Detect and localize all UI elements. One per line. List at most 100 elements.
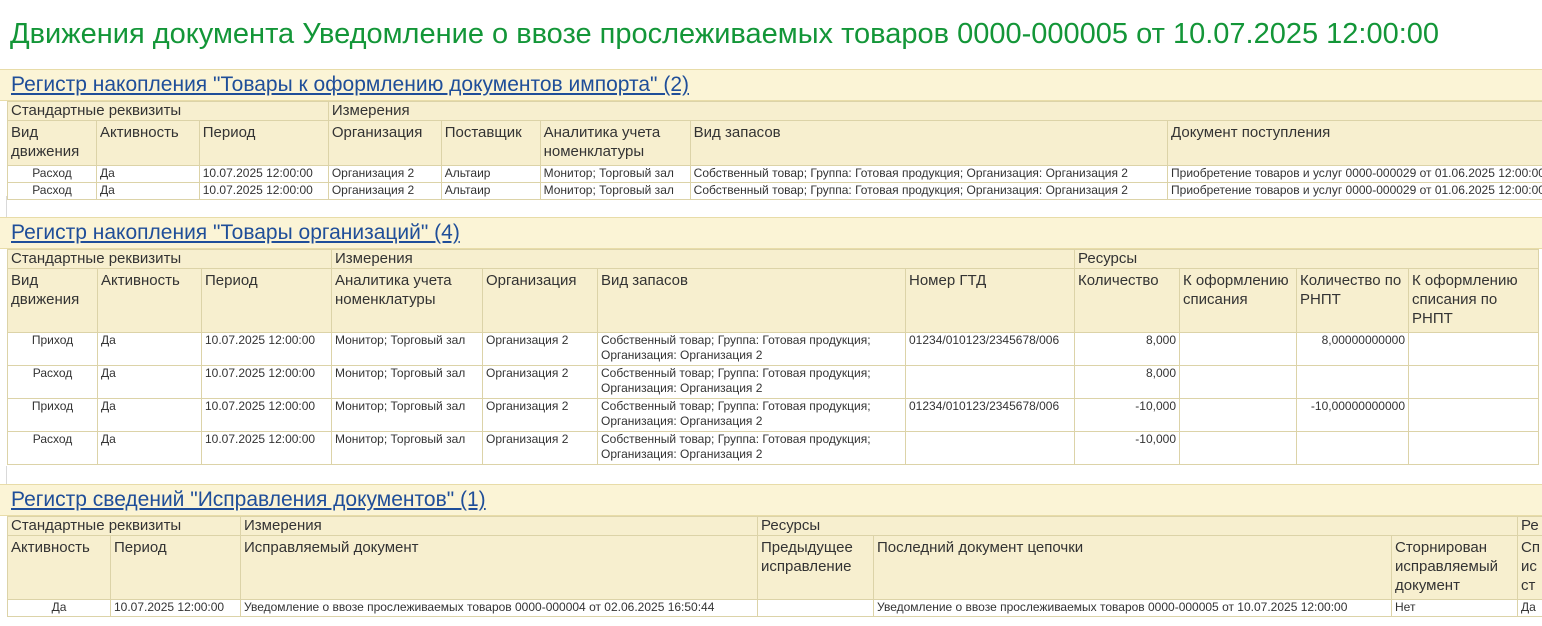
- column-header[interactable]: Сп ис ст: [1517, 535, 1542, 600]
- stock-type-cell: Собственный товар; Группа: Готовая проду…: [689, 182, 1169, 200]
- column-header[interactable]: Период: [110, 535, 241, 600]
- corrected-doc-cell[interactable]: Уведомление о ввозе прослеживаемых товар…: [240, 599, 758, 617]
- organization-cell: Организация 2: [482, 398, 598, 432]
- period-cell: 10.07.2025 12:00:00: [198, 182, 329, 200]
- group-dimensions: Измерения: [240, 516, 758, 536]
- column-header[interactable]: Активность: [95, 120, 200, 166]
- analytics-cell: Монитор; Торговый зал: [331, 332, 483, 366]
- column-header[interactable]: К оформлению списания по РНПТ: [1408, 268, 1539, 333]
- column-header[interactable]: Документ поступления: [1167, 120, 1542, 166]
- supplier-cell: Альтаир: [440, 182, 541, 200]
- register-header: Регистр сведений "Исправления документов…: [0, 484, 1542, 516]
- stock-type-cell: Собственный товар; Группа: Готовая проду…: [689, 165, 1169, 183]
- quantity-cell: -10,000: [1074, 431, 1180, 465]
- extra-cell: Да: [1517, 599, 1542, 617]
- column-header[interactable]: Период: [201, 268, 332, 333]
- activity-cell: Да: [97, 332, 202, 366]
- movement-cell: Расход: [7, 431, 98, 465]
- column-header[interactable]: Активность: [7, 535, 111, 600]
- stock-type-cell: Собственный товар; Группа: Готовая проду…: [597, 332, 906, 366]
- column-header[interactable]: Номер ГТД: [905, 268, 1075, 333]
- register-organization-goods: Регистр накопления "Товары организаций" …: [0, 217, 1542, 465]
- column-header[interactable]: Поставщик: [440, 120, 541, 166]
- column-header[interactable]: Количество: [1074, 268, 1180, 333]
- group-standard: Стандартные реквизиты: [7, 516, 241, 536]
- to-write-off-rnpt-cell: [1408, 431, 1539, 465]
- register-table: Стандартные реквизиты Измерения Ресурсы …: [7, 516, 1542, 617]
- quantity-cell: 8,000: [1074, 365, 1180, 399]
- movement-cell: Расход: [7, 165, 97, 183]
- column-header[interactable]: Сторнирован исправляемый документ: [1391, 535, 1518, 600]
- activity-cell: Да: [7, 599, 111, 617]
- group-standard: Стандартные реквизиты: [7, 101, 329, 121]
- column-header[interactable]: Аналитика учета номенклатуры: [331, 268, 483, 333]
- column-header[interactable]: Количество по РНПТ: [1296, 268, 1409, 333]
- analytics-cell: Монитор; Торговый зал: [539, 182, 691, 200]
- movement-cell: Приход: [7, 398, 98, 432]
- gtd-cell: 01234/010123/2345678/006: [905, 332, 1075, 366]
- to-write-off-rnpt-cell: [1408, 332, 1539, 366]
- activity-cell: Да: [97, 365, 202, 399]
- column-header[interactable]: Активность: [97, 268, 202, 333]
- stock-type-cell: Собственный товар; Группа: Готовая проду…: [597, 365, 906, 399]
- movement-cell: Приход: [7, 332, 98, 366]
- activity-cell: Да: [95, 165, 200, 183]
- register-document-corrections: Регистр сведений "Исправления документов…: [0, 484, 1542, 617]
- quantity-rnpt-cell: [1296, 431, 1409, 465]
- to-write-off-cell: [1179, 398, 1297, 432]
- column-header[interactable]: Аналитика учета номенклатуры: [539, 120, 691, 166]
- last-doc-cell[interactable]: Уведомление о ввозе прослеживаемых товар…: [873, 599, 1392, 617]
- activity-cell: Да: [97, 431, 202, 465]
- group-resources: Ресурсы: [1074, 249, 1539, 269]
- receipt-doc-cell[interactable]: Приобретение товаров и услуг 0000-000029…: [1167, 165, 1542, 183]
- column-header[interactable]: Вид движения: [7, 120, 97, 166]
- column-header[interactable]: Предыдущее исправление: [757, 535, 874, 600]
- analytics-cell: Монитор; Торговый зал: [539, 165, 691, 183]
- activity-cell: Да: [95, 182, 200, 200]
- group-props: Ре: [1517, 516, 1542, 536]
- column-header[interactable]: Последний документ цепочки: [873, 535, 1392, 600]
- column-header[interactable]: Вид движения: [7, 268, 98, 333]
- stock-type-cell: Собственный товар; Группа: Готовая проду…: [597, 398, 906, 432]
- table-row[interactable]: Приход Да 10.07.2025 12:00:00 Монитор; Т…: [7, 332, 1539, 366]
- quantity-cell: -10,000: [1074, 398, 1180, 432]
- column-header[interactable]: К оформлению списания: [1179, 268, 1297, 333]
- table-row[interactable]: Расход Да 10.07.2025 12:00:00 Организаци…: [7, 165, 1542, 183]
- group-standard: Стандартные реквизиты: [7, 249, 332, 269]
- quantity-rnpt-cell: [1296, 365, 1409, 399]
- to-write-off-rnpt-cell: [1408, 365, 1539, 399]
- gtd-cell: [905, 431, 1075, 465]
- column-header[interactable]: Исправляемый документ: [240, 535, 758, 600]
- quantity-rnpt-cell: 8,00000000000: [1296, 332, 1409, 366]
- movement-cell: Расход: [7, 182, 97, 200]
- register-title-link[interactable]: Регистр накопления "Товары к оформлению …: [11, 70, 689, 100]
- analytics-cell: Монитор; Торговый зал: [331, 365, 483, 399]
- register-title-link[interactable]: Регистр сведений "Исправления документов…: [11, 485, 486, 515]
- divider: [6, 466, 7, 486]
- column-header[interactable]: Период: [198, 120, 329, 166]
- organization-cell: Организация 2: [327, 182, 442, 200]
- group-dimensions: Измерения: [327, 101, 1542, 121]
- register-import-goods: Регистр накопления "Товары к оформлению …: [0, 69, 1542, 200]
- register-title-link[interactable]: Регистр накопления "Товары организаций" …: [11, 218, 460, 248]
- stock-type-cell: Собственный товар; Группа: Готовая проду…: [597, 431, 906, 465]
- prev-correction-cell: [757, 599, 874, 617]
- register-header: Регистр накопления "Товары к оформлению …: [0, 69, 1542, 101]
- reversed-cell: Нет: [1391, 599, 1518, 617]
- analytics-cell: Монитор; Торговый зал: [331, 431, 483, 465]
- table-row[interactable]: Да 10.07.2025 12:00:00 Уведомление о вво…: [7, 599, 1542, 617]
- period-cell: 10.07.2025 12:00:00: [198, 165, 329, 183]
- table-row[interactable]: Расход Да 10.07.2025 12:00:00 Монитор; Т…: [7, 365, 1539, 399]
- receipt-doc-cell[interactable]: Приобретение товаров и услуг 0000-000029…: [1167, 182, 1542, 200]
- table-row[interactable]: Приход Да 10.07.2025 12:00:00 Монитор; Т…: [7, 398, 1539, 432]
- organization-cell: Организация 2: [327, 165, 442, 183]
- quantity-cell: 8,000: [1074, 332, 1180, 366]
- column-header[interactable]: Организация: [327, 120, 442, 166]
- period-cell: 10.07.2025 12:00:00: [201, 332, 332, 366]
- column-header[interactable]: Вид запасов: [597, 268, 906, 333]
- column-header[interactable]: Вид запасов: [689, 120, 1169, 166]
- organization-cell: Организация 2: [482, 365, 598, 399]
- column-header[interactable]: Организация: [482, 268, 598, 333]
- table-row[interactable]: Расход Да 10.07.2025 12:00:00 Монитор; Т…: [7, 431, 1539, 465]
- table-row[interactable]: Расход Да 10.07.2025 12:00:00 Организаци…: [7, 182, 1542, 200]
